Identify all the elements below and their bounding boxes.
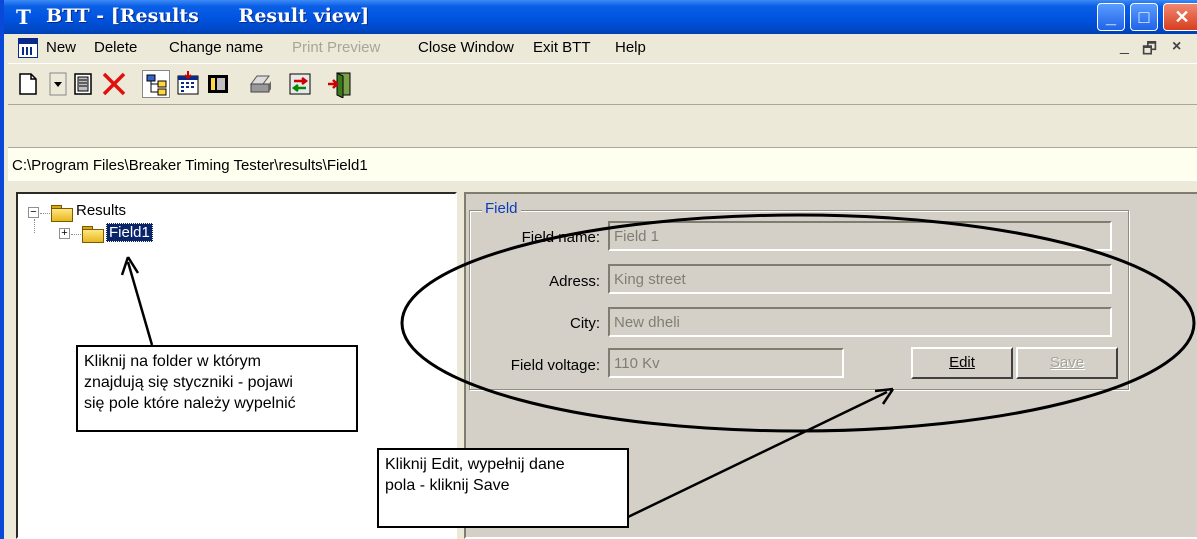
city-label: City:	[570, 315, 600, 332]
tree-item-results[interactable]: Results	[76, 202, 126, 219]
edit-button-label: Edit	[949, 354, 975, 371]
tree-connector	[34, 219, 35, 233]
tree-connector	[40, 213, 50, 214]
mdi-restore-button[interactable]: 🗗	[1142, 38, 1157, 65]
mdi-close-button[interactable]: ×	[1172, 38, 1181, 56]
properties-icon[interactable]	[70, 70, 98, 98]
delete-icon[interactable]	[100, 70, 128, 98]
minimize-button[interactable]: _	[1097, 3, 1125, 31]
app-icon: T	[16, 5, 31, 29]
address-input[interactable]: King street	[608, 264, 1112, 294]
menu-change-name[interactable]: Change name	[169, 39, 263, 56]
menu-new[interactable]: New	[46, 39, 76, 56]
field-name-input[interactable]: Field 1	[608, 221, 1112, 251]
current-path: C:\Program Files\Breaker Timing Tester\r…	[12, 157, 368, 174]
exchange-icon[interactable]	[286, 70, 314, 98]
tree-view-icon[interactable]	[142, 70, 170, 98]
calendar-import-icon[interactable]	[174, 70, 202, 98]
tree-item-field1[interactable]: Field1	[106, 223, 153, 242]
document-window-icon[interactable]	[18, 38, 38, 58]
callout-select-folder: Kliknij na folder w którym znajdują się …	[76, 345, 358, 432]
callout-edit-save: Kliknij Edit, wypełnij dane pola - klikn…	[377, 448, 629, 528]
menu-print-preview: Print Preview	[292, 39, 381, 56]
toolbar	[8, 63, 1197, 105]
menu-bar: New Delete Change name Print Preview Clo…	[8, 35, 1197, 61]
menu-help[interactable]: Help	[615, 39, 646, 56]
new-document-icon[interactable]	[14, 70, 42, 98]
menu-close-window[interactable]: Close Window	[418, 39, 514, 56]
field-name-label: Field name:	[521, 229, 600, 246]
edit-button[interactable]: Edit	[911, 347, 1013, 379]
field-voltage-label: Field voltage:	[510, 357, 600, 374]
city-input[interactable]: New dheli	[608, 307, 1112, 337]
path-bar: C:\Program Files\Breaker Timing Tester\r…	[8, 147, 1197, 181]
printer-icon[interactable]	[246, 70, 274, 98]
tree-connector	[71, 234, 81, 235]
field-voltage-input[interactable]: 110 Kv	[608, 348, 844, 378]
folder-icon	[82, 226, 104, 243]
menu-exit-btt[interactable]: Exit BTT	[533, 39, 591, 56]
close-button[interactable]: ✕	[1163, 3, 1197, 31]
collapse-icon[interactable]: −	[28, 207, 39, 218]
mdi-minimize-button[interactable]: _	[1120, 38, 1129, 56]
window-title: BTT - [Results Result view]	[46, 5, 370, 27]
save-button: Save	[1016, 347, 1118, 379]
field-group-title: Field	[482, 200, 521, 217]
expand-icon[interactable]: +	[59, 228, 70, 239]
title-bar[interactable]: T BTT - [Results Result view] _ □ ✕	[4, 0, 1197, 34]
menu-delete[interactable]: Delete	[94, 39, 137, 56]
save-button-label: Save	[1049, 354, 1085, 371]
address-label: Adress:	[549, 273, 600, 290]
dropdown-arrow-icon[interactable]	[44, 70, 67, 98]
maximize-button[interactable]: □	[1130, 3, 1158, 31]
folder-open-icon	[51, 205, 73, 222]
exit-door-icon[interactable]	[326, 70, 354, 99]
columns-icon[interactable]	[204, 70, 232, 98]
